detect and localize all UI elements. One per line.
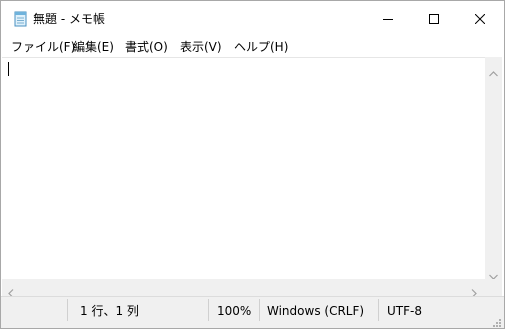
status-divider bbox=[208, 299, 209, 321]
status-line-ending: Windows (CRLF) bbox=[267, 304, 365, 318]
status-divider bbox=[67, 299, 68, 321]
menu-help[interactable]: ヘルプ(H) bbox=[233, 39, 289, 55]
status-divider bbox=[259, 299, 260, 321]
title-bar[interactable]: 無題 - メモ帳 bbox=[1, 1, 504, 37]
scrollbar-corner bbox=[485, 279, 502, 296]
menu-view[interactable]: 表示(V) bbox=[179, 39, 223, 55]
maximize-icon bbox=[429, 14, 439, 24]
close-icon bbox=[475, 14, 485, 24]
window-title: 無題 - メモ帳 bbox=[33, 12, 105, 26]
menu-bar: ファイル(F) 編集(E) 書式(O) 表示(V) ヘルプ(H) bbox=[1, 37, 504, 57]
menu-edit[interactable]: 編集(E) bbox=[72, 39, 115, 55]
menu-format[interactable]: 書式(O) bbox=[124, 39, 169, 55]
notepad-window: 無題 - メモ帳 ファイル(F) 編集(E) 書式(O) 表示(V) ヘルプ(H… bbox=[0, 0, 505, 329]
text-caret bbox=[8, 62, 9, 76]
notepad-icon bbox=[13, 11, 28, 27]
status-bar: 1 行、1 列 100% Windows (CRLF) UTF-8 bbox=[1, 296, 504, 328]
minimize-icon bbox=[383, 19, 393, 20]
status-encoding: UTF-8 bbox=[387, 304, 422, 318]
text-editor-area[interactable] bbox=[2, 57, 485, 280]
vertical-scrollbar[interactable] bbox=[485, 57, 502, 280]
horizontal-scrollbar[interactable] bbox=[2, 279, 485, 298]
scroll-up-arrow-icon[interactable] bbox=[489, 62, 498, 81]
minimize-button[interactable] bbox=[365, 1, 411, 37]
status-divider bbox=[378, 299, 379, 321]
status-cursor-position: 1 行、1 列 bbox=[80, 304, 139, 318]
maximize-button[interactable] bbox=[411, 1, 457, 37]
resize-grip-icon[interactable] bbox=[492, 313, 502, 328]
close-button[interactable] bbox=[457, 1, 503, 37]
status-zoom: 100% bbox=[217, 304, 252, 318]
menu-file[interactable]: ファイル(F) bbox=[10, 39, 76, 55]
